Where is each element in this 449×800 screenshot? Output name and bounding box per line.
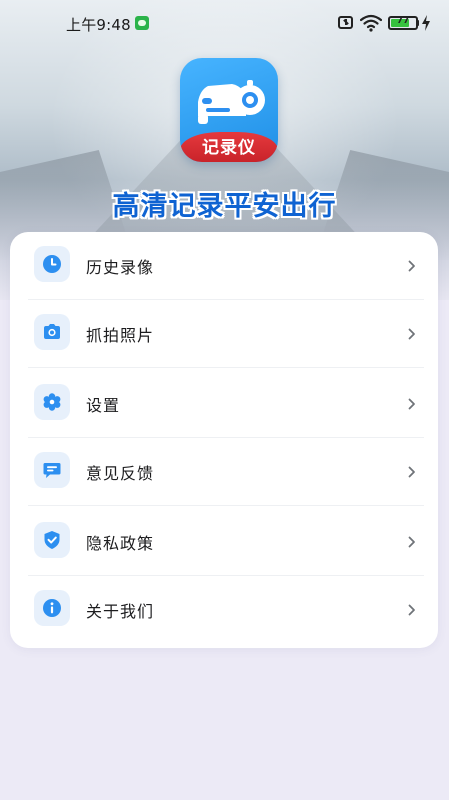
settings-icon-box (34, 384, 70, 420)
battery-icon: 77 (388, 16, 418, 30)
chevron-right-icon (408, 604, 415, 616)
app-logo: 记录仪 (180, 58, 278, 162)
info-icon (43, 599, 61, 617)
about-icon-box (34, 590, 70, 626)
no-sim-icon (338, 16, 353, 29)
wechat-notification-icon (135, 16, 149, 30)
battery-percentage: 77 (396, 16, 410, 26)
menu-item-label: 意见反馈 (86, 464, 155, 483)
charging-icon (422, 15, 430, 31)
menu-item-history-video[interactable]: 历史录像 (10, 232, 438, 300)
gear-icon (43, 393, 61, 411)
chevron-right-icon (408, 328, 415, 340)
status-time: 上午9:48 (66, 16, 131, 34)
menu-item-snapshot-photos[interactable]: 抓拍照片 (10, 300, 438, 368)
snapshot-icon-box (34, 314, 70, 350)
menu-item-feedback[interactable]: 意见反馈 (10, 438, 438, 506)
battery-cap (417, 20, 419, 26)
menu-item-label: 关于我们 (86, 602, 155, 621)
slogan: 高清记录平安出行 (112, 191, 337, 222)
logo-text: 记录仪 (202, 138, 256, 158)
divider (28, 367, 424, 368)
chevron-right-icon (408, 536, 415, 548)
menu-item-label: 历史录像 (86, 258, 155, 277)
camera-icon (44, 324, 60, 339)
menu-item-label: 隐私政策 (86, 534, 155, 553)
menu-item-label: 设置 (86, 396, 121, 415)
chevron-right-icon (408, 260, 415, 272)
menu-item-about-us[interactable]: 关于我们 (10, 576, 438, 644)
feedback-icon-box (34, 452, 70, 488)
status-bar: 上午9:48 77 (0, 0, 449, 48)
divider (28, 505, 424, 506)
clock-icon (43, 255, 61, 273)
shield-check-icon (44, 531, 60, 549)
wifi-icon (360, 14, 382, 32)
history-icon-box (34, 246, 70, 282)
privacy-icon-box (34, 522, 70, 558)
chevron-right-icon (408, 466, 415, 478)
menu-item-settings[interactable]: 设置 (10, 370, 438, 438)
menu-item-label: 抓拍照片 (86, 326, 155, 345)
chevron-right-icon (408, 398, 415, 410)
menu-item-privacy-policy[interactable]: 隐私政策 (10, 508, 438, 576)
feedback-icon (43, 463, 61, 478)
car-camera-icon (198, 80, 265, 124)
menu-card: 历史录像 抓拍照片 设置 意见反馈 隐私政策 关于我们 (10, 232, 438, 648)
